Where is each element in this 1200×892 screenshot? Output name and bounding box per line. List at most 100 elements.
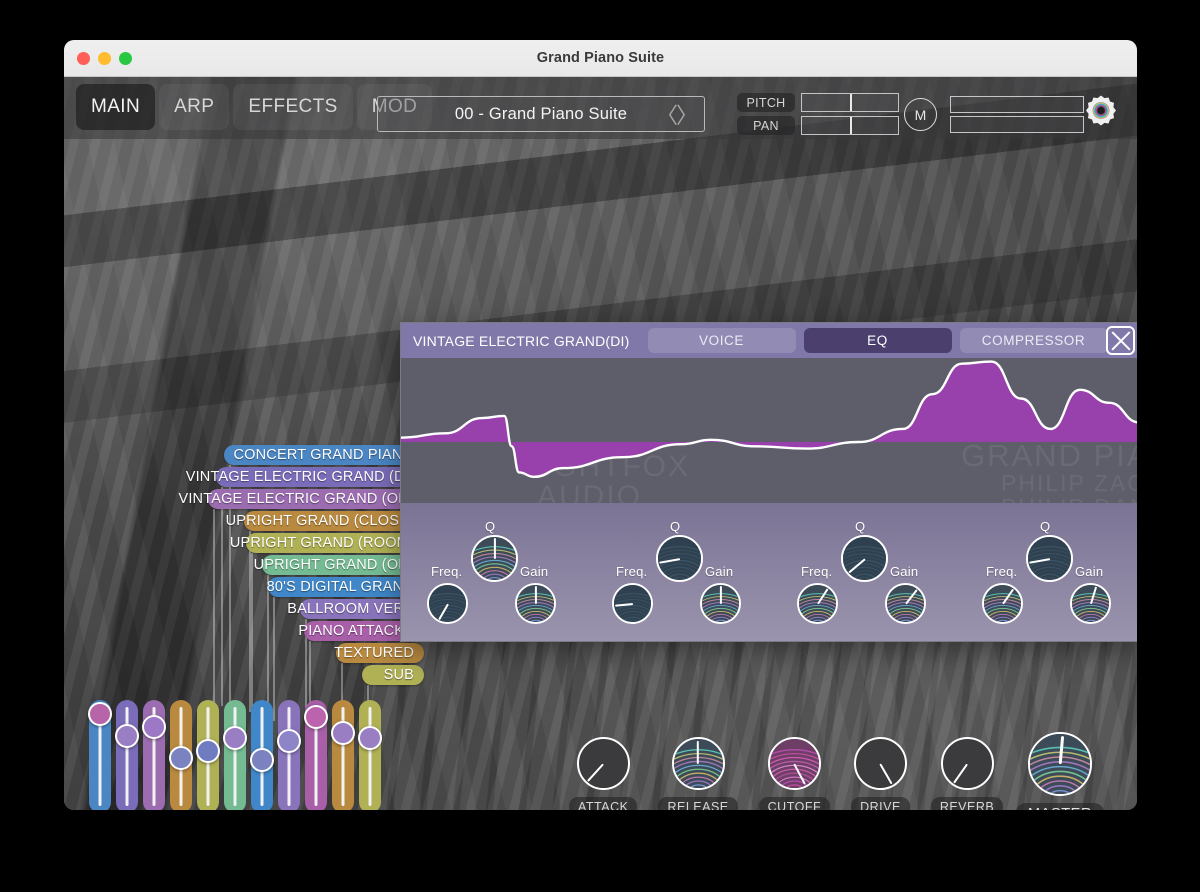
eq-q-label: Q [670,519,681,534]
slider-thumb[interactable] [223,726,247,751]
layer-volume-slider[interactable] [115,700,139,810]
eq-band-1: Q Freq. Gain [419,503,604,641]
drive-knob[interactable] [853,737,907,790]
macro-knob-label: CUTOFF [758,797,831,810]
layer-volume-slider[interactable] [277,700,301,810]
eq-q-label: Q [1040,519,1051,534]
layer-volume-slider[interactable] [169,700,193,810]
zoom-window-button[interactable] [119,52,132,65]
knob-pointer [534,585,537,604]
slider-thumb[interactable] [88,701,112,726]
layer-label: UPRIGHT GRAND (CLOSE) [225,513,414,529]
close-window-button[interactable] [77,52,90,65]
layer-row[interactable]: SUB [362,665,424,685]
slider-thumb[interactable] [277,728,301,753]
slider-thumb[interactable] [250,747,274,772]
pan-label: PAN [737,116,795,135]
layer-label: VINTAGE ELECTRIC GRAND (OH) [178,491,414,507]
eq-gain-knob[interactable] [515,583,556,624]
eq-panel: VINTAGE ELECTRIC GRAND(DI) VOICE EQ COMPRE… [400,322,1137,642]
layer-volume-slider[interactable] [223,700,247,810]
layer-row[interactable]: UPRIGHT GRAND (ROOM) [230,533,424,553]
master-knob-label: MASTER [1016,803,1105,810]
eq-tab-voice[interactable]: VOICE [647,328,796,353]
plugin-window: Grand Piano Suite MAIN ARP EFFECTS MOD 00 -… [64,40,1137,810]
cutoff-knob[interactable] [767,737,821,790]
layer-volume-slider[interactable] [142,700,166,810]
pan-slider[interactable] [801,116,899,135]
preset-prev-next-arrows[interactable]: 〈〉 [656,98,698,130]
pan-slider-thumb[interactable] [850,117,852,134]
eq-freq-knob[interactable] [797,583,838,624]
eq-panel-tabs: VOICE EQ COMPRESSOR [647,328,1108,353]
layer-volume-slider[interactable] [304,700,328,810]
eq-tab-compressor[interactable]: COMPRESSOR [959,328,1108,353]
layer-volume-slider[interactable] [331,700,355,810]
macro-knob-label: RELEASE [658,797,738,810]
gear-icon[interactable] [1079,91,1123,135]
slider-track [125,707,129,806]
eq-q-knob[interactable] [471,535,518,582]
pitch-slider-thumb[interactable] [850,94,852,111]
midi-learn-label: M [914,106,927,123]
slot-stack [950,96,1084,136]
pitch-slider[interactable] [801,93,899,112]
layer-volume-slider[interactable] [196,700,220,810]
slider-thumb[interactable] [169,745,193,770]
eq-tab-eq[interactable]: EQ [803,328,952,353]
layer-volume-slider[interactable] [250,700,274,810]
layer-label: UPRIGHT GRAND (ROOM) [229,535,414,551]
tab-effects[interactable]: EFFECTS [233,84,353,130]
layer-label: CONCERT GRAND PIANO [233,447,414,463]
macro-knob-label: REVERB [930,797,1004,810]
layer-volume-slider[interactable] [358,700,382,810]
eq-q-knob[interactable] [656,535,703,582]
slider-thumb[interactable] [142,715,166,740]
plugin-body: MAIN ARP EFFECTS MOD 00 - Grand Piano Suite… [64,77,1137,810]
layer-row[interactable]: TEXTURED [334,643,424,663]
layer-row[interactable]: VINTAGE ELECTRIC GRAND (OH) [178,489,424,509]
eq-gain-knob[interactable] [885,583,926,624]
slider-thumb[interactable] [358,726,382,751]
layer-row[interactable]: CONCERT GRAND PIANO [224,445,424,465]
minimize-window-button[interactable] [98,52,111,65]
layer-volume-sliders [88,700,382,810]
eq-response-graph[interactable]: NIGHTFOX AUDIO GRAND PIANO SUITE PHILIP … [401,358,1137,503]
attack-knob[interactable] [576,737,630,790]
eq-gain-label: Gain [705,564,734,579]
eq-q-knob[interactable] [1026,535,1073,582]
close-icon[interactable] [1106,326,1135,355]
eq-freq-knob[interactable] [612,583,653,624]
eq-gain-knob[interactable] [1070,583,1111,624]
preset-selector[interactable]: 00 - Grand Piano Suite 〈〉 [377,96,705,132]
pan-row: PAN [737,116,899,135]
tab-main[interactable]: MAIN [76,84,156,130]
tab-arp[interactable]: ARP [159,84,230,130]
master-knob[interactable] [1028,732,1093,796]
macro-knob-cutoff: CUTOFF [758,737,831,810]
reverb-knob[interactable] [940,737,994,790]
release-knob[interactable] [671,737,725,790]
eq-gain-label: Gain [520,564,549,579]
slider-thumb[interactable] [115,724,139,749]
slider-track [287,707,291,806]
layer-row[interactable]: UPRIGHT GRAND (CLOSE) [226,511,424,531]
midi-learn-button[interactable]: M [904,98,937,131]
knob-pointer [586,762,605,782]
slider-thumb[interactable] [304,704,328,729]
eq-freq-label: Freq. [986,564,1018,579]
layer-row[interactable]: VINTAGE ELECTRIC GRAND (DI) [186,467,424,487]
traffic-lights [77,52,132,65]
knob-pointer [493,537,496,559]
eq-gain-knob[interactable] [700,583,741,624]
slider-thumb[interactable] [196,738,220,763]
slot-2[interactable] [950,116,1084,133]
eq-q-knob[interactable] [841,535,888,582]
slot-1[interactable] [950,96,1084,113]
eq-band-4: Q Freq. Gain [974,503,1137,641]
eq-freq-knob[interactable] [982,583,1023,624]
eq-band-3: Q Freq. Gain [789,503,974,641]
eq-freq-knob[interactable] [427,583,468,624]
slider-thumb[interactable] [331,720,355,745]
layer-volume-slider[interactable] [88,700,112,810]
